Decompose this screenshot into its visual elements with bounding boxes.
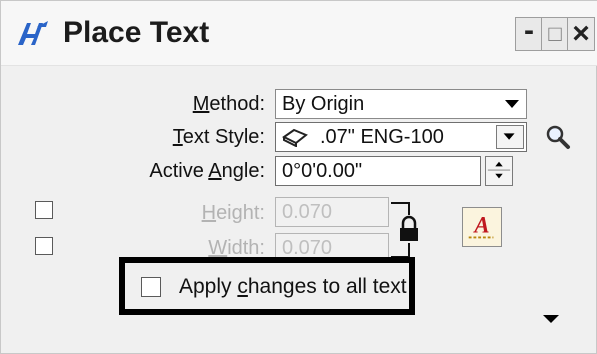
chevron-down-icon: [505, 100, 519, 108]
height-input[interactable]: 0.070: [275, 197, 389, 227]
active-angle-label: Active Angle:: [149, 160, 265, 182]
title-bar[interactable]: Place Text - □ ×: [1, 1, 597, 66]
window-title: Place Text: [63, 16, 210, 49]
minimize-icon: -: [524, 14, 534, 47]
angle-spinner[interactable]: [485, 156, 513, 186]
maximize-button[interactable]: □: [541, 17, 569, 51]
text-style-glyph-icon: [282, 128, 308, 147]
height-checkbox[interactable]: [35, 201, 53, 219]
chevron-down-icon: [503, 133, 515, 140]
text-style-value: .07" ENG-100: [320, 126, 444, 148]
expand-arrow-icon[interactable]: [537, 309, 565, 329]
apply-changes-label[interactable]: Apply changes to all text: [179, 273, 407, 301]
method-value: By Origin: [282, 93, 365, 115]
active-angle-input[interactable]: 0°0'0.00": [275, 156, 481, 186]
maximize-icon: □: [548, 21, 562, 46]
lock-icon[interactable]: [389, 199, 433, 263]
text-attributes-button[interactable]: A: [462, 207, 502, 247]
width-checkbox[interactable]: [35, 237, 53, 255]
svg-text:A: A: [472, 213, 489, 238]
text-style-dropdown[interactable]: .07" ENG-100: [275, 122, 527, 152]
place-text-dialog: Place Text - □ × Method: By Origin Text …: [0, 0, 597, 354]
bentley-text-icon: [18, 21, 48, 45]
method-label: Method:: [192, 93, 265, 115]
close-button[interactable]: ×: [567, 17, 595, 51]
height-label: Height:: [201, 202, 265, 224]
method-dropdown[interactable]: By Origin: [275, 89, 527, 119]
spinner-arrows-icon: [487, 161, 511, 179]
minimize-button[interactable]: -: [515, 14, 543, 51]
close-icon: ×: [572, 17, 590, 50]
apply-changes-checkbox[interactable]: [141, 277, 161, 297]
magnifier-icon[interactable]: [543, 122, 573, 152]
text-attributes-icon: A: [468, 213, 494, 239]
text-style-dropdown-button[interactable]: [496, 125, 524, 149]
apply-changes-highlight: Apply changes to all text: [119, 257, 415, 315]
text-style-label: Text Style:: [172, 126, 265, 148]
